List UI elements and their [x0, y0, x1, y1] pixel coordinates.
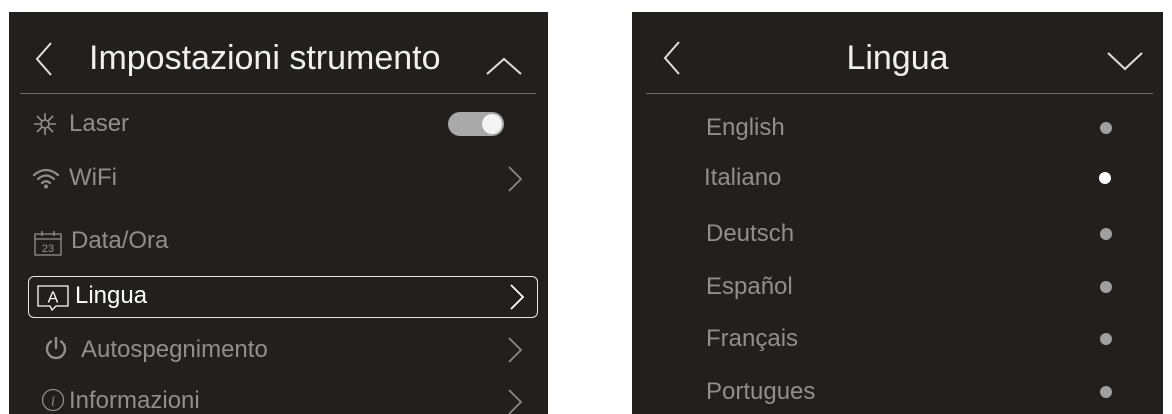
- page-title: Lingua: [846, 39, 949, 77]
- language-label: Portugues: [706, 378, 816, 405]
- chevron-down-icon[interactable]: [1106, 50, 1144, 72]
- radio-dot: [1100, 228, 1112, 240]
- language-label: Italiano: [704, 164, 782, 191]
- settings-panel: Impostazioni strumento Laser WiFi 23 Dat…: [9, 12, 548, 414]
- settings-item-wifi[interactable]: WiFi: [29, 157, 534, 199]
- radio-dot: [1100, 386, 1112, 398]
- svg-text:23: 23: [42, 243, 54, 255]
- settings-item-date-time[interactable]: 23 Data/Ora: [29, 222, 534, 264]
- language-option[interactable]: Portugues: [654, 371, 1148, 413]
- info-icon: i: [41, 388, 65, 412]
- laser-icon: [34, 113, 56, 135]
- chevron-right-icon: [508, 389, 523, 414]
- settings-item-auto-power-off[interactable]: Autospegnimento: [29, 328, 534, 370]
- settings-item-laser[interactable]: Laser: [29, 103, 534, 145]
- settings-item-language[interactable]: A Lingua: [28, 276, 538, 318]
- chevron-right-icon: [508, 337, 523, 363]
- settings-item-label: WiFi: [69, 164, 117, 191]
- language-header: Lingua: [632, 12, 1163, 94]
- language-option[interactable]: English: [654, 107, 1148, 149]
- power-icon: [45, 336, 67, 360]
- svg-text:A: A: [48, 290, 59, 307]
- language-label: Español: [706, 273, 793, 300]
- toggle-knob: [482, 114, 502, 134]
- language-option[interactable]: Deutsch: [654, 213, 1148, 255]
- radio-dot: [1100, 281, 1112, 293]
- page-title: Impostazioni strumento: [89, 39, 441, 77]
- chevron-right-icon: [508, 166, 523, 192]
- settings-item-label: Laser: [69, 110, 130, 137]
- settings-item-label: Informazioni: [69, 387, 200, 414]
- settings-item-label: Autospegnimento: [81, 336, 268, 363]
- chevron-left-icon[interactable]: [34, 41, 54, 77]
- language-label: English: [706, 114, 785, 141]
- radio-dot: [1100, 122, 1112, 134]
- radio-dot: [1099, 172, 1111, 184]
- settings-item-label: Data/Ora: [71, 227, 169, 254]
- language-panel: Lingua English Italiano Deutsch Español …: [632, 12, 1163, 414]
- svg-text:i: i: [51, 394, 55, 410]
- language-option[interactable]: Español: [654, 266, 1148, 308]
- chevron-up-icon[interactable]: [485, 56, 523, 76]
- language-option-selected[interactable]: Italiano: [654, 158, 1148, 200]
- header-divider: [646, 93, 1153, 94]
- chevron-right-icon: [510, 284, 525, 310]
- laser-toggle[interactable]: [448, 112, 504, 136]
- language-icon: A: [37, 285, 69, 311]
- header-divider: [20, 93, 536, 94]
- language-label: Deutsch: [706, 220, 795, 247]
- language-option[interactable]: Français: [654, 318, 1148, 360]
- settings-item-info[interactable]: i Informazioni: [29, 380, 534, 414]
- settings-item-label: Lingua: [75, 282, 148, 309]
- language-label: Français: [706, 325, 799, 352]
- settings-header: Impostazioni strumento: [9, 12, 548, 94]
- wifi-icon: [32, 168, 60, 189]
- calendar-icon: 23: [34, 231, 62, 256]
- radio-dot: [1100, 333, 1112, 345]
